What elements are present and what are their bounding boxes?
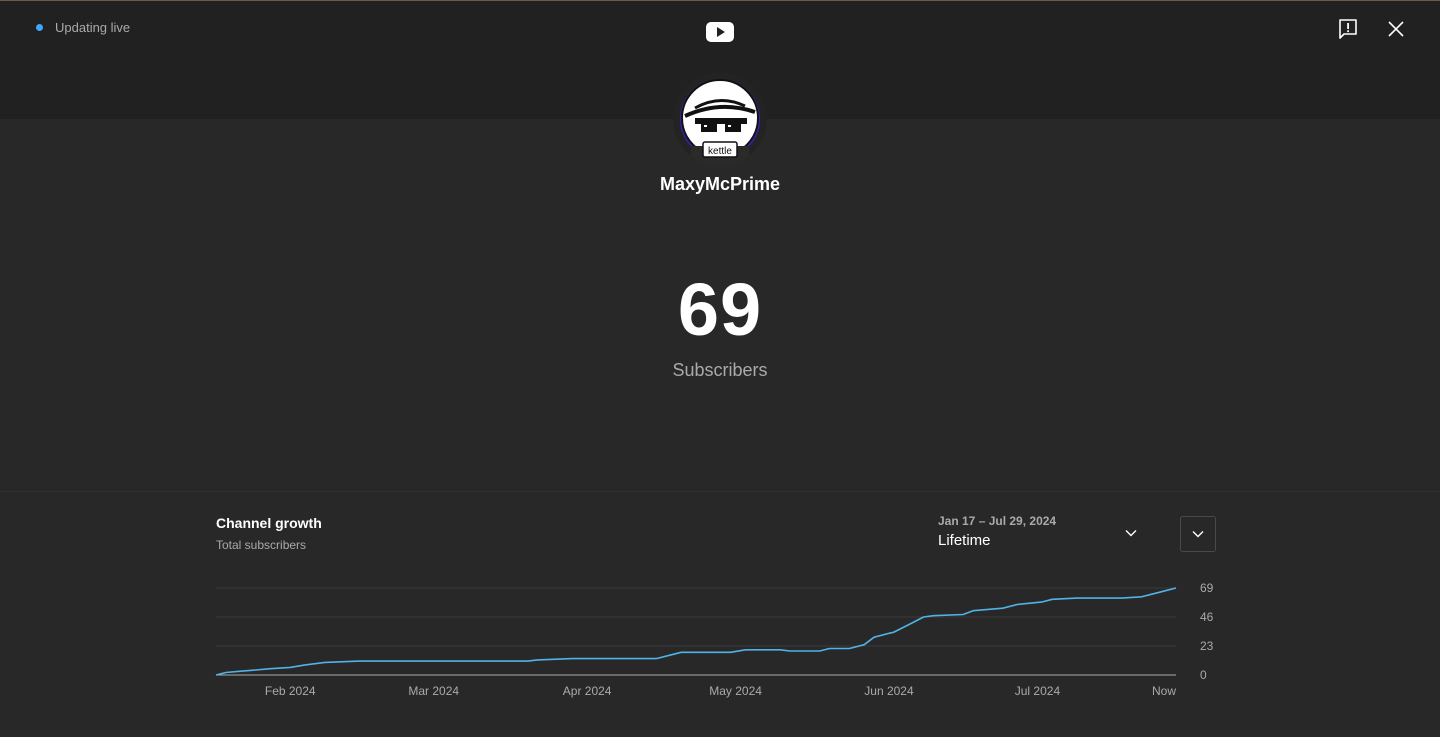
subscriber-count: 69 bbox=[677, 268, 763, 351]
growth-subtitle: Total subscribers bbox=[216, 538, 307, 552]
y-tick-label: 0 bbox=[1200, 668, 1207, 682]
y-tick-label: 23 bbox=[1200, 639, 1214, 653]
x-tick-label: May 2024 bbox=[709, 684, 762, 698]
live-dot-icon bbox=[36, 24, 43, 31]
x-tick-label: Jul 2024 bbox=[1015, 684, 1061, 698]
avatar-text: kettle bbox=[708, 146, 732, 157]
x-tick-label: Mar 2024 bbox=[408, 684, 459, 698]
x-tick-label: Feb 2024 bbox=[265, 684, 316, 698]
close-icon bbox=[1388, 21, 1404, 37]
channel-avatar: kettle bbox=[673, 72, 767, 166]
live-status-label: Updating live bbox=[55, 20, 131, 35]
series-line bbox=[215, 587, 1177, 676]
date-range-dates: Jan 17 – Jul 29, 2024 bbox=[938, 514, 1057, 528]
youtube-play-icon bbox=[706, 22, 734, 42]
y-tick-label: 69 bbox=[1200, 581, 1214, 595]
close-button[interactable] bbox=[1384, 17, 1408, 41]
avatar-image: kettle bbox=[680, 79, 760, 166]
y-tick-label: 46 bbox=[1200, 610, 1214, 624]
expand-chart-button[interactable] bbox=[1180, 516, 1216, 552]
growth-title: Channel growth bbox=[216, 515, 322, 531]
chevron-down-icon bbox=[1125, 530, 1137, 537]
chevron-down-icon bbox=[1192, 531, 1204, 538]
channel-name: MaxyMcPrime bbox=[659, 174, 781, 194]
feedback-icon bbox=[1339, 19, 1357, 39]
x-tick-label: Jun 2024 bbox=[864, 684, 914, 698]
subscriber-growth-chart: 0 23 46 69 Feb 2024 Mar 2024 Apr 2024 May 2024 J… bbox=[215, 581, 1214, 698]
subscriber-label: Subscribers bbox=[672, 360, 768, 380]
section-divider bbox=[0, 491, 1440, 492]
x-tick-label: Apr 2024 bbox=[563, 684, 612, 698]
date-range-value: Lifetime bbox=[938, 532, 991, 549]
live-status: Updating live bbox=[36, 20, 130, 35]
feedback-button[interactable] bbox=[1336, 17, 1360, 41]
x-tick-label: Now bbox=[1152, 684, 1176, 698]
date-range-dropdown[interactable]: Jan 17 – Jul 29, 2024 Lifetime bbox=[938, 512, 1150, 552]
